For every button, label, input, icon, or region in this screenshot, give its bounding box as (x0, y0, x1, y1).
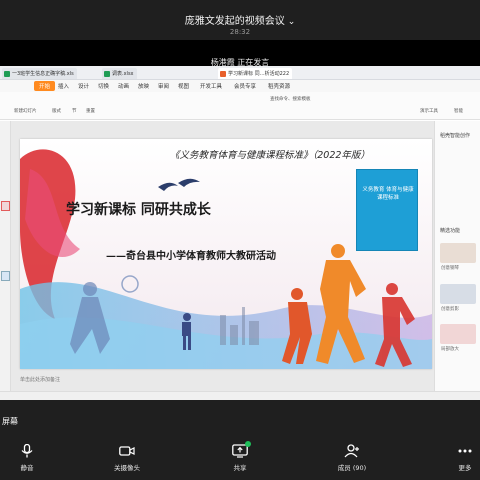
book-cover-image: 义务教育 体育与健康课程标准 (356, 169, 418, 251)
feature-card[interactable] (440, 284, 476, 304)
menu-member[interactable]: 会员专享 (234, 82, 256, 90)
meeting-title-text: 庞雅文发起的视频会议 (184, 16, 285, 27)
members-button[interactable]: 成员 (90) (322, 444, 382, 472)
more-icon (458, 449, 472, 453)
current-slide[interactable]: 《义务教育体育与健康课程标准》（2022年版） 学习新课标 同研共成长 ——奇台… (20, 139, 432, 369)
active-speaker-label: 杨港霞 正在发言 (210, 58, 270, 67)
feature-card[interactable] (440, 324, 476, 344)
new-slide-button[interactable]: 新建幻灯片 (14, 108, 37, 114)
menu-slideshow[interactable]: 放映 (138, 82, 149, 90)
menu-view[interactable]: 视图 (178, 82, 189, 90)
slide-thumbnail[interactable] (1, 201, 10, 211)
file-tab-1[interactable]: 一3班学生信息正确字稿.xls (2, 68, 77, 79)
file-tab-label: 调表.xlsx (112, 71, 134, 77)
share-label: 共享 (233, 464, 247, 472)
more-button[interactable]: 更多 (435, 444, 480, 472)
slide-subtitle: ——奇台县中小学体育教师大教研活动 (106, 251, 276, 262)
sharing-indicator (245, 441, 251, 447)
right-side-pane: 稻壳智能创作 精选功能 创意钢琴 创意剪影 局部放大 (434, 121, 480, 400)
members-label: 成员 (90) (337, 464, 367, 472)
camera-icon (119, 446, 135, 456)
section-button[interactable]: 节 (72, 108, 77, 114)
slide-canvas: 《义务教育体育与健康课程标准》（2022年版） 学习新课标 同研共成长 ——奇台… (11, 121, 434, 400)
chevron-down-icon[interactable]: ⌄ (288, 17, 296, 27)
ribbon-toolbar: 新建幻灯片 版式 节 重置 查找命令、搜索模板 演示工具 智能 (0, 92, 480, 120)
reset-button[interactable]: 重置 (86, 108, 95, 114)
meeting-timer: 28:32 (229, 28, 251, 36)
file-tab-bar: 一3班学生信息正确字稿.xls 调表.xlsx 学习新课标 同…析活动222 (0, 66, 480, 80)
notes-placeholder[interactable]: 单击此处添加备注 (20, 376, 60, 383)
feature-label: 创意钢琴 (441, 266, 459, 271)
smart-button[interactable]: 智能 (454, 108, 463, 114)
menu-animation[interactable]: 动画 (118, 82, 129, 90)
feature-label: 局部放大 (441, 347, 459, 352)
more-label: 更多 (458, 464, 472, 472)
camera-button[interactable]: 关摄像头 (97, 444, 157, 472)
menu-docer[interactable]: 稻壳资源 (268, 82, 290, 90)
right-pane-title: 稻壳智能创作 (440, 133, 471, 139)
camera-label: 关摄像头 (114, 464, 140, 472)
menu-design[interactable]: 设计 (78, 82, 89, 90)
layout-button[interactable]: 版式 (52, 108, 61, 114)
file-tab-2[interactable]: 调表.xlsx (102, 68, 137, 79)
slide-title: 学习新课标 同研共成长 (66, 202, 211, 218)
ribbon-menu: 开始 插入 设计 切换 动画 放映 审阅 视图 开发工具 会员专享 稻壳资源 (0, 80, 480, 92)
book-cover-title: 义务教育 体育与健康课程标准 (362, 187, 414, 201)
slide-thumbnail-pane (0, 121, 11, 400)
members-icon (344, 444, 359, 458)
meeting-title[interactable]: 庞雅文发起的视频会议 ⌄ (0, 12, 480, 27)
shared-content-label: 屏幕 (2, 417, 18, 426)
menu-start[interactable]: 开始 (34, 81, 56, 91)
status-bar (0, 391, 480, 400)
presentation-tools-button[interactable]: 演示工具 (420, 108, 438, 114)
presentation-icon (220, 71, 226, 77)
file-tab-3[interactable]: 学习新课标 同…析活动222 (218, 68, 293, 79)
right-pane-section: 精选功能 (440, 228, 461, 234)
menu-transition[interactable]: 切换 (98, 82, 109, 90)
slide-header-text: 《义务教育体育与健康课程标准》（2022年版） (170, 150, 370, 161)
menu-developer[interactable]: 开发工具 (200, 82, 222, 90)
mute-label: 静音 (20, 464, 34, 472)
menu-review[interactable]: 审阅 (158, 82, 169, 90)
spreadsheet-icon (4, 71, 10, 77)
spreadsheet-icon (104, 71, 110, 77)
file-tab-label: 一3班学生信息正确字稿.xls (12, 71, 74, 77)
mic-icon (21, 444, 33, 458)
meeting-header: 庞雅文发起的视频会议 ⌄ 28:32 (0, 0, 480, 40)
feature-card[interactable] (440, 243, 476, 263)
shared-screen: 一3班学生信息正确字稿.xls 调表.xlsx 学习新课标 同…析活动222 开… (0, 66, 480, 400)
command-search[interactable]: 查找命令、搜索模板 (270, 96, 311, 102)
share-button[interactable]: 共享 (210, 441, 270, 472)
feature-label: 创意剪影 (441, 307, 459, 312)
mute-button[interactable]: 静音 (0, 444, 57, 472)
file-tab-label: 学习新课标 同…析活动222 (228, 71, 290, 77)
menu-insert[interactable]: 插入 (58, 82, 69, 90)
slide-thumbnail[interactable] (1, 271, 10, 281)
